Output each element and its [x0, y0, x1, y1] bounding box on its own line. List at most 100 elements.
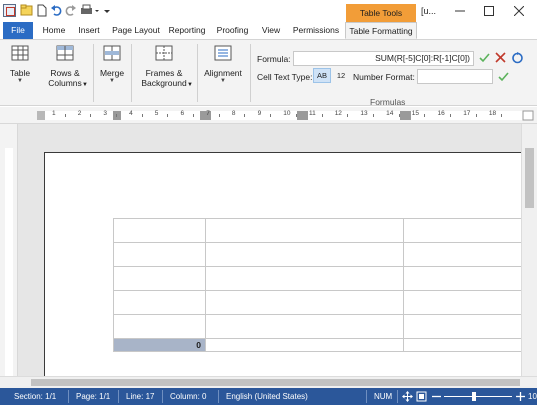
table-cell[interactable]	[113, 290, 206, 315]
table-cell[interactable]	[403, 314, 524, 339]
vertical-ruler[interactable]	[0, 124, 18, 376]
app-icon	[3, 4, 16, 17]
vertical-ruler-track	[5, 148, 13, 376]
vertical-scrollbar[interactable]	[521, 124, 537, 376]
merge-button[interactable]: Merge ▼	[97, 44, 127, 84]
close-icon	[514, 6, 524, 16]
formula-input[interactable]: SUM(R[-5]C[0]:R[-1]C[0])	[293, 51, 474, 66]
merge-icon	[103, 45, 121, 61]
column-marker[interactable]	[400, 111, 411, 120]
ruler-tick	[64, 114, 66, 117]
status-section: Section: 1/1	[14, 392, 57, 401]
vertical-scrollbar-thumb[interactable]	[525, 148, 534, 208]
table-cell[interactable]	[205, 218, 404, 243]
table-icon	[11, 45, 29, 61]
ribbon-panel: Table ▼ Rows & Columns ▼ Merge ▼ Frames …	[0, 39, 537, 107]
frames-background-label-1: Frames &	[145, 68, 183, 78]
tab-proofing[interactable]: Proofing	[213, 22, 252, 39]
tab-home[interactable]: Home	[38, 22, 70, 39]
table-cell[interactable]	[403, 290, 524, 315]
table-cell[interactable]	[205, 290, 404, 315]
tab-reporting[interactable]: Reporting	[166, 22, 208, 39]
ribbon-divider	[131, 44, 132, 102]
horizontal-scrollbar-thumb[interactable]	[31, 379, 520, 386]
frames-background-button[interactable]: Frames & Background	[136, 44, 192, 88]
table-cell[interactable]	[403, 266, 524, 291]
tab-table-formatting[interactable]: Table Formatting	[345, 22, 417, 39]
table-cell[interactable]	[403, 218, 524, 243]
rows-columns-label-1: Rows &	[50, 68, 80, 78]
table-row: 0	[113, 338, 524, 352]
tab-page-layout[interactable]: Page Layout	[109, 22, 163, 39]
formulas-group-label: Formulas	[370, 97, 406, 107]
status-line: Line: 17	[126, 392, 155, 401]
horizontal-scrollbar[interactable]	[0, 376, 537, 388]
chevron-down-icon: ▼	[187, 82, 193, 88]
zoom-slider-thumb[interactable]	[472, 392, 476, 401]
customize-toolbar-icon[interactable]	[102, 4, 112, 18]
redo-icon[interactable]	[64, 4, 78, 18]
table-row	[113, 218, 524, 243]
ruler-tick	[450, 114, 451, 117]
ruler-tick	[321, 114, 323, 117]
table-cell[interactable]	[205, 242, 404, 267]
apply-formula-button[interactable]	[479, 52, 490, 65]
number-format-input[interactable]	[417, 69, 493, 84]
fit-page-icon[interactable]	[416, 391, 427, 404]
apply-number-format-button[interactable]	[498, 71, 509, 84]
zoom-out-icon[interactable]	[431, 391, 442, 404]
ruler-tick	[193, 114, 194, 117]
table-row	[113, 266, 524, 291]
ruler-tick	[244, 114, 246, 117]
table-cell[interactable]	[403, 338, 524, 352]
zoom-in-icon[interactable]	[515, 391, 526, 404]
document-area[interactable]: 0	[0, 124, 537, 388]
window-title: [u...	[421, 6, 437, 16]
document-table[interactable]: 0	[113, 218, 524, 352]
ruler-number: 1	[52, 110, 56, 117]
title-bar: Table Tools [u...	[0, 0, 537, 22]
status-divider	[366, 390, 367, 403]
new-document-icon[interactable]	[35, 4, 49, 18]
ruler-tick	[218, 114, 220, 117]
maximize-button[interactable]	[474, 0, 504, 22]
table-cell[interactable]	[205, 266, 404, 291]
ruler-toggle-icon[interactable]	[522, 110, 534, 121]
move-icon[interactable]	[402, 391, 413, 404]
selected-formula-cell[interactable]: 0	[113, 338, 206, 352]
zoom-slider[interactable]	[444, 396, 512, 397]
cancel-formula-button[interactable]	[495, 52, 506, 65]
print-icon[interactable]	[80, 4, 100, 18]
checkmark-icon	[479, 53, 490, 63]
status-divider	[162, 390, 163, 403]
column-marker[interactable]	[297, 111, 308, 120]
ruler-number: 13	[360, 110, 368, 117]
tab-insert[interactable]: Insert	[74, 22, 104, 39]
table-cell[interactable]	[113, 218, 206, 243]
cell-type-text-button[interactable]: AB	[313, 68, 331, 83]
table-cell[interactable]	[113, 266, 206, 291]
recalculate-button[interactable]	[511, 51, 524, 66]
tab-view[interactable]: View	[258, 22, 284, 39]
ruler-tick	[115, 114, 117, 117]
table-cell[interactable]	[113, 242, 206, 267]
table-cell[interactable]	[205, 314, 404, 339]
minimize-button[interactable]	[445, 0, 475, 22]
undo-icon[interactable]	[50, 4, 64, 18]
table-cell[interactable]	[205, 338, 404, 352]
cell-type-number-button[interactable]: 12	[334, 68, 348, 83]
table-cell[interactable]	[403, 242, 524, 267]
alignment-button[interactable]: Alignment ▼	[201, 44, 245, 84]
document-page[interactable]: 0	[44, 152, 525, 382]
horizontal-ruler[interactable]: 1 2 3 4 5 6 7 8 9 10 11 12 13 14 15 16 17 18	[0, 107, 537, 124]
close-button[interactable]	[504, 0, 534, 22]
indent-marker[interactable]	[113, 111, 121, 120]
table-cell[interactable]	[113, 314, 206, 339]
save-icon[interactable]	[20, 4, 34, 18]
ruler-tick	[372, 114, 374, 117]
ruler-number: 16	[437, 110, 445, 117]
tab-permissions[interactable]: Permissions	[290, 22, 342, 39]
tab-file[interactable]: File	[3, 22, 33, 39]
table-row	[113, 314, 524, 339]
table-button[interactable]: Table ▼	[6, 44, 34, 84]
